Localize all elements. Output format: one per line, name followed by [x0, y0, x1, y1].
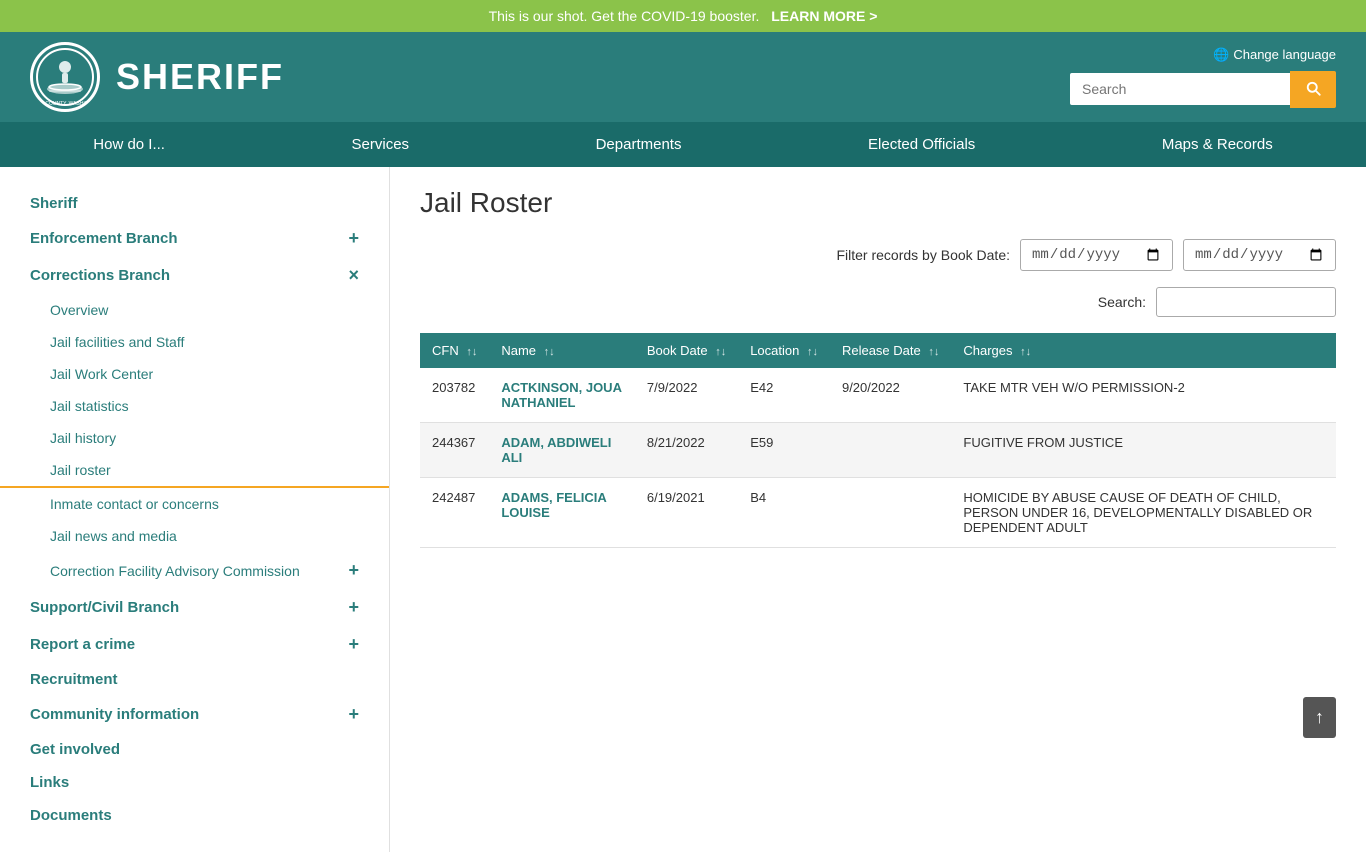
sidebar-item-community-info[interactable]: Community information + — [0, 696, 389, 733]
sort-cfn-icon: ↑↓ — [466, 346, 477, 358]
sort-location-icon: ↑↓ — [807, 346, 818, 358]
sort-charges-icon: ↑↓ — [1020, 346, 1031, 358]
table-row: 242487 ADAMS, FELICIA LOUISE 6/19/2021B4 HO… — [420, 478, 1336, 548]
sidebar-item-cfac[interactable]: Correction Facility Advisory Commission … — [0, 552, 389, 589]
nav-services[interactable]: Services — [332, 122, 430, 167]
col-book-date[interactable]: Book Date ↑↓ — [635, 333, 738, 368]
cell-release-date — [830, 423, 951, 478]
cell-location: E42 — [738, 368, 830, 423]
sidebar-item-get-involved[interactable]: Get involved — [0, 733, 389, 766]
expand-support-icon: + — [348, 597, 359, 618]
inmate-name-link[interactable]: ADAMS, FELICIA LOUISE — [501, 490, 606, 520]
globe-icon: 🌐 — [1213, 47, 1229, 63]
sort-book-date-icon: ↑↓ — [715, 346, 726, 358]
cell-release-date — [830, 478, 951, 548]
sidebar-item-corrections-branch[interactable]: Corrections Branch × — [0, 257, 389, 294]
expand-community-icon: + — [348, 704, 359, 725]
cell-release-date: 9/20/2022 — [830, 368, 951, 423]
banner-link[interactable]: LEARN MORE > — [771, 8, 877, 24]
cell-name: ADAMS, FELICIA LOUISE — [489, 478, 635, 548]
cell-location: B4 — [738, 478, 830, 548]
expand-report-icon: + — [348, 634, 359, 655]
table-row: 244367 ADAM, ABDIWELI ALI 8/21/2022E59 FUGI… — [420, 423, 1336, 478]
sidebar: Sheriff Enforcement Branch + Corrections… — [0, 167, 390, 852]
cell-charges: HOMICIDE BY ABUSE CAUSE OF DEATH OF CHIL… — [951, 478, 1336, 548]
nav-elected-officials[interactable]: Elected Officials — [848, 122, 995, 167]
nav-departments[interactable]: Departments — [576, 122, 702, 167]
sidebar-item-support-civil[interactable]: Support/Civil Branch + — [0, 589, 389, 626]
main-nav: How do I... Services Departments Elected… — [0, 122, 1366, 167]
roster-table: CFN ↑↓ Name ↑↓ Book Date ↑↓ Location ↑↓ — [420, 333, 1336, 548]
nav-how-do-i[interactable]: How do I... — [73, 122, 185, 167]
inmate-name-link[interactable]: ADAM, ABDIWELI ALI — [501, 435, 611, 465]
cell-book-date: 7/9/2022 — [635, 368, 738, 423]
cell-name: ADAM, ABDIWELI ALI — [489, 423, 635, 478]
sidebar-item-jail-news[interactable]: Jail news and media — [0, 520, 389, 552]
sidebar-item-report-crime[interactable]: Report a crime + — [0, 626, 389, 663]
search-bar — [1070, 71, 1336, 108]
table-row: 203782 ACTKINSON, JOUA NATHANIEL 7/9/2022E… — [420, 368, 1336, 423]
table-search-input[interactable] — [1156, 287, 1336, 317]
cell-book-date: 8/21/2022 — [635, 423, 738, 478]
cell-cfn: 244367 — [420, 423, 489, 478]
cell-charges: TAKE MTR VEH W/O PERMISSION-2 — [951, 368, 1336, 423]
cell-book-date: 6/19/2021 — [635, 478, 738, 548]
change-language[interactable]: 🌐 Change language — [1213, 47, 1336, 63]
expand-enforcement-icon: + — [348, 228, 359, 249]
header-right: 🌐 Change language — [1070, 47, 1336, 108]
sidebar-item-jail-statistics[interactable]: Jail statistics — [0, 390, 389, 422]
sidebar-item-jail-work-center[interactable]: Jail Work Center — [0, 358, 389, 390]
filter-row: Filter records by Book Date: — [420, 239, 1336, 271]
site-title: SHERIFF — [116, 56, 284, 98]
sort-name-icon: ↑↓ — [544, 346, 555, 358]
search-row: Search: — [420, 287, 1336, 317]
filter-label: Filter records by Book Date: — [836, 247, 1010, 263]
sidebar-item-overview[interactable]: Overview — [0, 294, 389, 326]
header: CLARK COUNTY, WASHINGTON SHERIFF 🌐 Chang… — [0, 32, 1366, 122]
sidebar-item-jail-roster[interactable]: Jail roster — [0, 454, 389, 488]
main-layout: Sheriff Enforcement Branch + Corrections… — [0, 167, 1366, 852]
sidebar-item-sheriff[interactable]: Sheriff — [0, 187, 389, 220]
top-banner: This is our shot. Get the COVID-19 boost… — [0, 0, 1366, 32]
svg-text:CLARK COUNTY, WASHINGTON: CLARK COUNTY, WASHINGTON — [35, 101, 95, 107]
col-location[interactable]: Location ↑↓ — [738, 333, 830, 368]
sidebar-item-inmate-contact[interactable]: Inmate contact or concerns — [0, 488, 389, 520]
header-search-input[interactable] — [1070, 73, 1290, 105]
book-date-from[interactable] — [1020, 239, 1173, 271]
search-label: Search: — [1098, 294, 1146, 310]
page-title: Jail Roster — [420, 187, 1336, 219]
col-cfn[interactable]: CFN ↑↓ — [420, 333, 489, 368]
book-date-to[interactable] — [1183, 239, 1336, 271]
col-name[interactable]: Name ↑↓ — [489, 333, 635, 368]
col-release-date[interactable]: Release Date ↑↓ — [830, 333, 951, 368]
cell-cfn: 203782 — [420, 368, 489, 423]
sidebar-item-enforcement-branch[interactable]: Enforcement Branch + — [0, 220, 389, 257]
cell-name: ACTKINSON, JOUA NATHANIEL — [489, 368, 635, 423]
sidebar-item-jail-facilities[interactable]: Jail facilities and Staff — [0, 326, 389, 358]
cell-charges: FUGITIVE FROM JUSTICE — [951, 423, 1336, 478]
main-content: Jail Roster Filter records by Book Date:… — [390, 167, 1366, 852]
sidebar-item-documents[interactable]: Documents — [0, 799, 389, 832]
nav-maps-records[interactable]: Maps & Records — [1142, 122, 1293, 167]
inmate-name-link[interactable]: ACTKINSON, JOUA NATHANIEL — [501, 380, 621, 410]
cell-location: E59 — [738, 423, 830, 478]
banner-text: This is our shot. Get the COVID-19 boost… — [489, 8, 760, 24]
expand-corrections-icon: × — [348, 265, 359, 286]
header-search-button[interactable] — [1290, 71, 1336, 108]
scroll-top-button[interactable]: ↑ — [1303, 697, 1336, 738]
logo: CLARK COUNTY, WASHINGTON — [30, 42, 100, 112]
sidebar-item-recruitment[interactable]: Recruitment — [0, 663, 389, 696]
sort-release-date-icon: ↑↓ — [928, 346, 939, 358]
cell-cfn: 242487 — [420, 478, 489, 548]
sidebar-item-links[interactable]: Links — [0, 766, 389, 799]
header-left: CLARK COUNTY, WASHINGTON SHERIFF — [30, 42, 284, 112]
col-charges[interactable]: Charges ↑↓ — [951, 333, 1336, 368]
sidebar-item-jail-history[interactable]: Jail history — [0, 422, 389, 454]
expand-cfac-icon: + — [348, 560, 359, 581]
